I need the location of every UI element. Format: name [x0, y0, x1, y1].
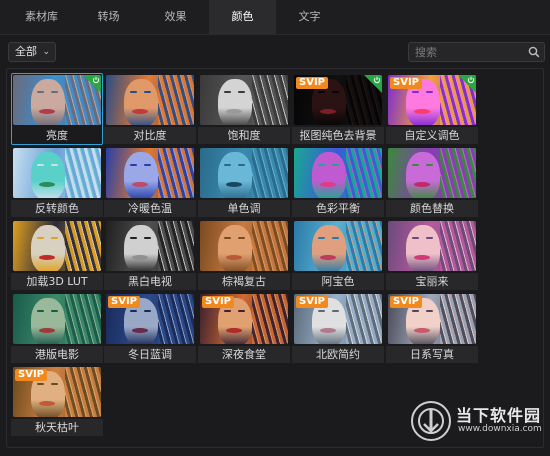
power-icon: [467, 76, 475, 84]
effect-label: 深夜食堂: [198, 346, 290, 363]
effect-item[interactable]: SVIP 冬日蓝调: [104, 292, 196, 363]
search-input[interactable]: [415, 43, 520, 61]
effect-item[interactable]: 饱和度: [198, 73, 290, 144]
effect-thumbnail: [106, 148, 194, 198]
svip-badge: SVIP: [296, 77, 328, 89]
tab-bar: 素材库 转场 效果 颜色 文字: [0, 0, 550, 35]
effect-label: 宝丽来: [386, 273, 478, 290]
effect-label: 反转颜色: [11, 200, 103, 217]
effect-label: 单色调: [198, 200, 290, 217]
search-box[interactable]: [408, 42, 545, 62]
effect-thumbnail: [13, 294, 101, 344]
tab-color[interactable]: 颜色: [209, 0, 276, 34]
effect-label: 色彩平衡: [292, 200, 384, 217]
effect-thumbnail: [294, 221, 382, 271]
watermark-url: www.downxia.com: [458, 424, 542, 434]
effect-item[interactable]: 宝丽来: [386, 219, 478, 290]
effect-item[interactable]: 对比度: [104, 73, 196, 144]
effect-label: 港版电影: [11, 346, 103, 363]
effect-thumbnail: [200, 75, 288, 125]
svip-badge: SVIP: [390, 296, 422, 308]
watermark-logo-icon: [411, 401, 451, 441]
effect-label: 自定义调色: [386, 127, 478, 144]
effect-thumbnail: SVIP: [13, 367, 101, 417]
effect-item[interactable]: 色彩平衡: [292, 146, 384, 217]
chevron-down-icon: ⌄: [42, 47, 50, 57]
effect-thumbnail: [388, 148, 476, 198]
effect-thumbnail: [388, 221, 476, 271]
svip-badge: SVIP: [390, 77, 422, 89]
effect-thumbnail: SVIP: [294, 75, 382, 125]
effect-item[interactable]: SVIP 深夜食堂: [198, 292, 290, 363]
effects-grid: 亮度 对比度 饱和度 SVIP 抠图纯色去背景 SVIP 自定义调色反转颜色 冷暖色温 单色调色…: [6, 68, 544, 448]
category-filter-dropdown[interactable]: 全部 ⌄: [8, 42, 56, 62]
effect-item[interactable]: SVIP 抠图纯色去背景: [292, 73, 384, 144]
effect-thumbnail: [294, 148, 382, 198]
effect-thumbnail: [200, 221, 288, 271]
effect-thumbnail: [106, 221, 194, 271]
tab-transitions[interactable]: 转场: [75, 0, 142, 34]
effect-thumbnail: SVIP: [388, 294, 476, 344]
effect-label: 日系写真: [386, 346, 478, 363]
effect-thumbnail: SVIP: [200, 294, 288, 344]
svip-badge: SVIP: [202, 296, 234, 308]
effect-label: 黑白电视: [104, 273, 196, 290]
tab-effects[interactable]: 效果: [142, 0, 209, 34]
effect-label: 北欧简约: [292, 346, 384, 363]
effect-item[interactable]: 反转颜色: [11, 146, 103, 217]
power-icon: [92, 76, 100, 84]
tab-text[interactable]: 文字: [276, 0, 343, 34]
effect-label: 加载3D LUT: [11, 273, 103, 290]
effect-thumbnail: SVIP: [294, 294, 382, 344]
effect-thumbnail: [13, 148, 101, 198]
effect-thumbnail: [13, 75, 101, 125]
effect-label: 冷暖色温: [104, 200, 196, 217]
effect-item[interactable]: 黑白电视: [104, 219, 196, 290]
effect-item[interactable]: 颜色替换: [386, 146, 478, 217]
effect-item[interactable]: 单色调: [198, 146, 290, 217]
effect-thumbnail: [200, 148, 288, 198]
effect-item[interactable]: 棕褐复古: [198, 219, 290, 290]
effect-thumbnail: [13, 221, 101, 271]
effect-item[interactable]: SVIP 日系写真: [386, 292, 478, 363]
effect-item[interactable]: 加载3D LUT: [11, 219, 103, 290]
effect-label: 秋天枯叶: [11, 419, 103, 436]
svip-badge: SVIP: [296, 296, 328, 308]
effect-item[interactable]: 阿宝色: [292, 219, 384, 290]
effect-item[interactable]: 港版电影: [11, 292, 103, 363]
watermark-name: 当下软件园: [456, 406, 542, 425]
effect-label: 对比度: [104, 127, 196, 144]
effect-label: 亮度: [46, 129, 68, 142]
power-icon: [373, 76, 381, 84]
search-icon[interactable]: [528, 46, 540, 58]
svip-badge: SVIP: [15, 369, 47, 381]
effect-label: 颜色替换: [386, 200, 478, 217]
color-effects-panel: 素材库 转场 效果 颜色 文字 全部 ⌄ 亮度 对比度饱和度 SVIP 抠图纯色去背景…: [0, 0, 550, 456]
effect-item[interactable]: 冷暖色温: [104, 146, 196, 217]
effect-item[interactable]: SVIP 自定义调色: [386, 73, 478, 144]
effect-item[interactable]: SVIP 秋天枯叶: [11, 365, 103, 436]
tab-material-library[interactable]: 素材库: [8, 0, 75, 34]
filter-selected-value: 全部: [15, 45, 37, 58]
effect-label: 棕褐复古: [198, 273, 290, 290]
effect-item[interactable]: SVIP 北欧简约: [292, 292, 384, 363]
effect-thumbnail: SVIP: [106, 294, 194, 344]
effect-thumbnail: [106, 75, 194, 125]
effect-label: 冬日蓝调: [104, 346, 196, 363]
svip-badge: SVIP: [108, 296, 140, 308]
effect-item[interactable]: 亮度: [11, 73, 103, 145]
watermark-logo: 当下软件园 www.downxia.com: [408, 398, 548, 446]
effect-label: 抠图纯色去背景: [292, 127, 384, 144]
effect-label: 阿宝色: [292, 273, 384, 290]
effect-label: 饱和度: [198, 127, 290, 144]
effect-thumbnail: SVIP: [388, 75, 476, 125]
